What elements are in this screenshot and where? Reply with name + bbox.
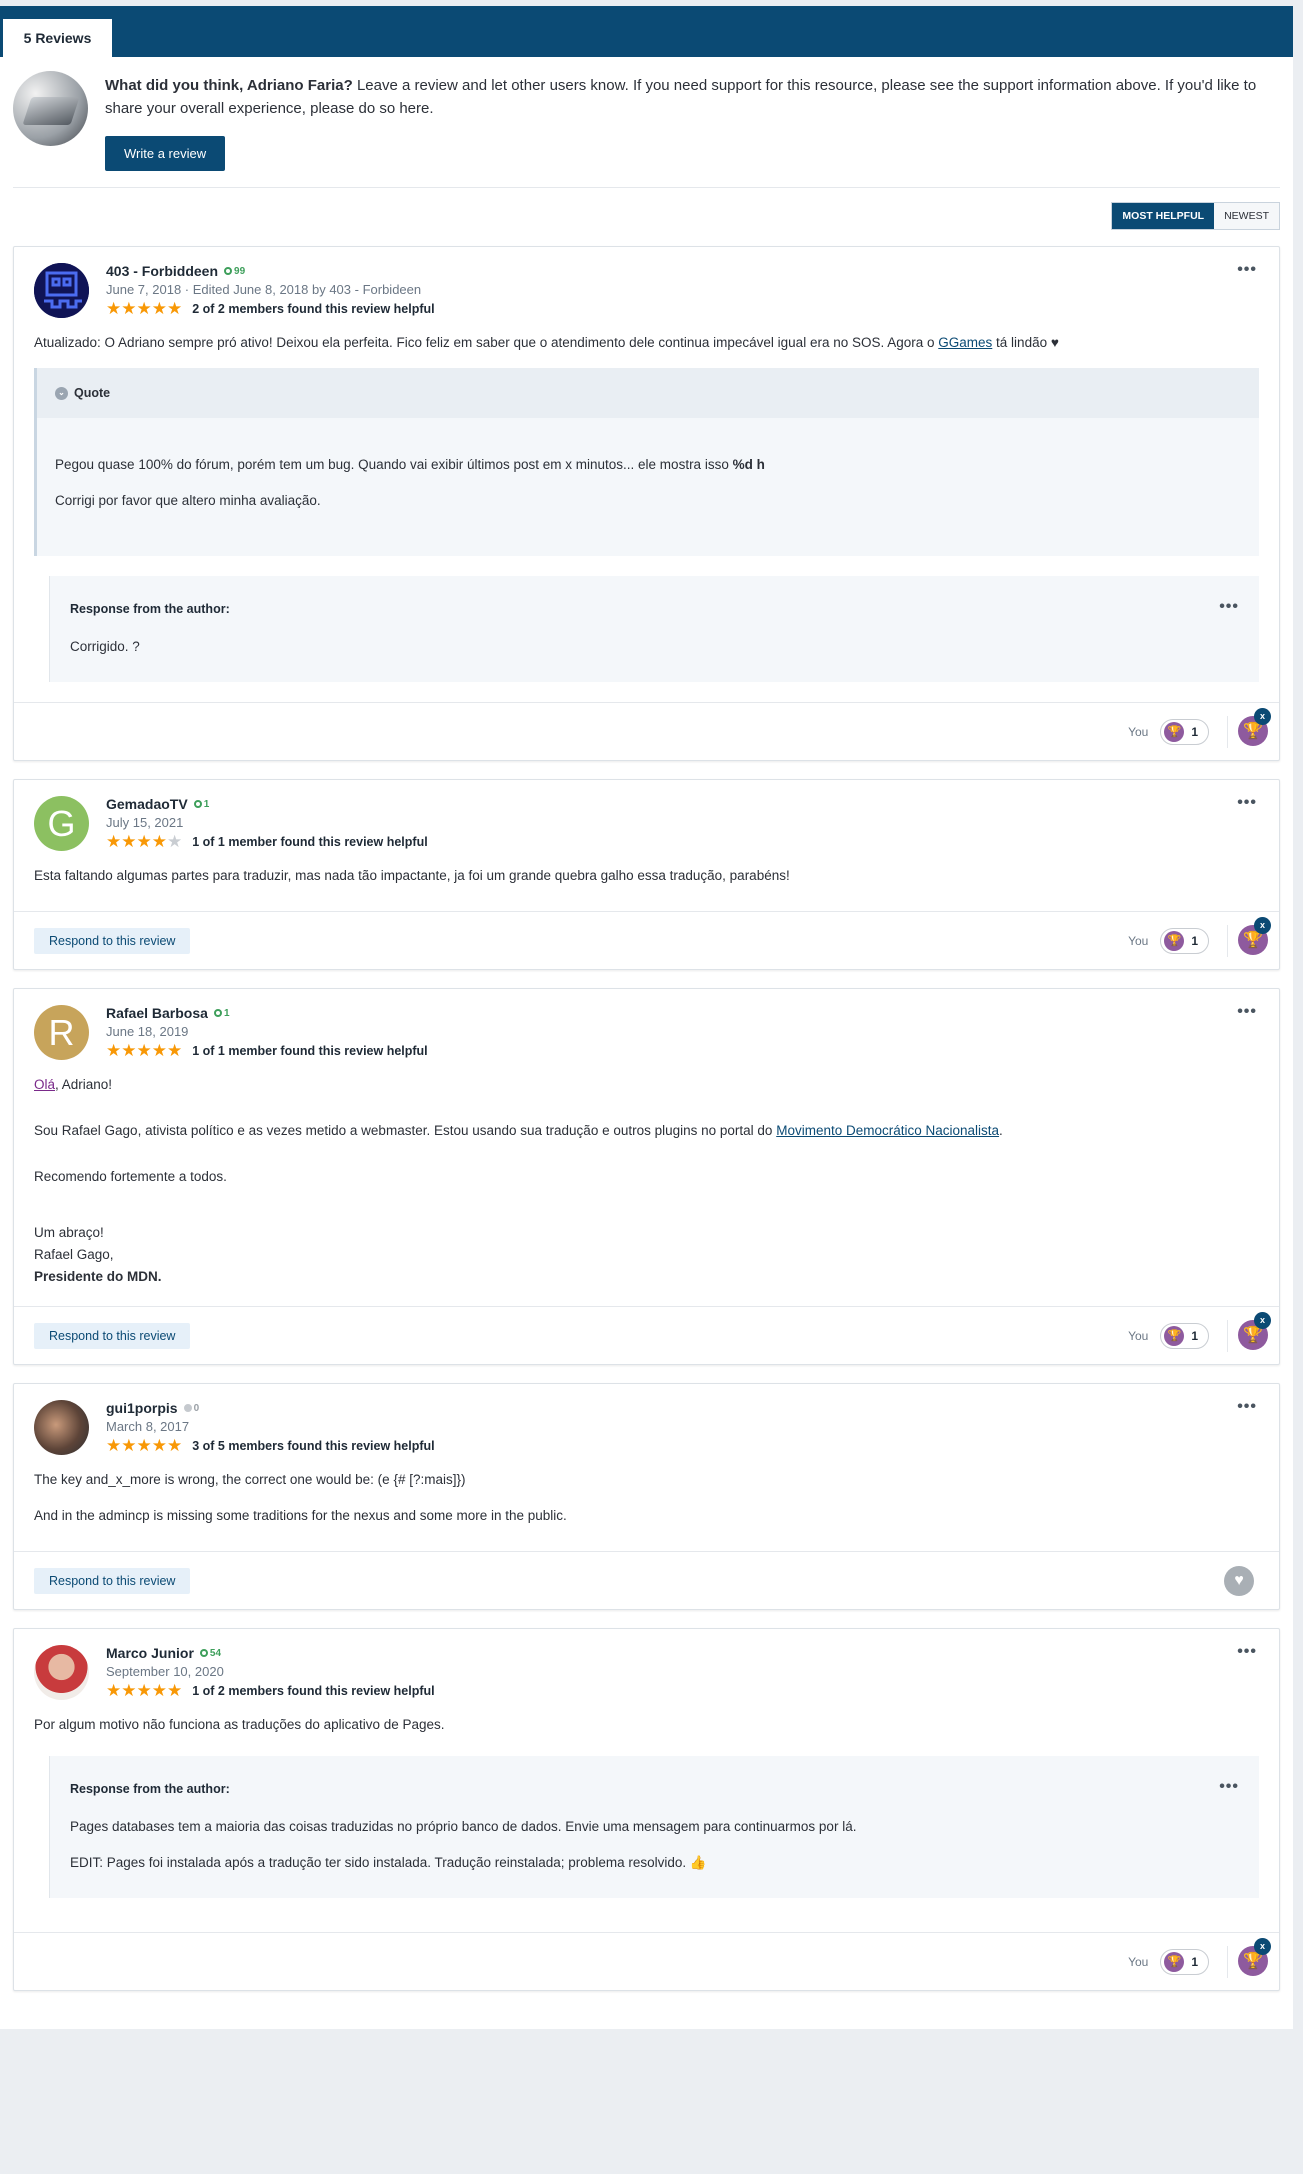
reviewer-avatar[interactable]: G bbox=[34, 796, 89, 851]
reviewer-avatar[interactable]: R bbox=[34, 1005, 89, 1060]
reaction-count[interactable]: 🏆 1 bbox=[1160, 1322, 1209, 1349]
more-options-icon[interactable]: ••• bbox=[1237, 261, 1257, 279]
star-rating: ★★★★★ bbox=[106, 1041, 183, 1060]
reputation-badge: 1 bbox=[213, 1008, 230, 1019]
reputation-badge: 99 bbox=[224, 266, 245, 277]
star-rating: ★★★★★ bbox=[106, 1681, 183, 1700]
review-item: Marco Junior 54 September 10, 2020 ★★★★★… bbox=[13, 1628, 1280, 1991]
mdn-link[interactable]: Movimento Democrático Nacionalista bbox=[776, 1123, 999, 1138]
sort-newest[interactable]: NEWEST bbox=[1214, 203, 1279, 229]
trophy-icon: 🏆 bbox=[1164, 1325, 1185, 1346]
review-date: June 18, 2019 bbox=[106, 1024, 189, 1039]
close-icon: x bbox=[1254, 1311, 1271, 1329]
star-rating: ★★★★★ bbox=[106, 1436, 183, 1455]
trophy-icon: 🏆 bbox=[1164, 1951, 1185, 1972]
react-button[interactable]: 🏆 x bbox=[1227, 916, 1271, 957]
close-icon: x bbox=[1254, 916, 1271, 934]
reaction-count[interactable]: 🏆 1 bbox=[1160, 1948, 1209, 1975]
more-options-icon[interactable]: ••• bbox=[1237, 1643, 1257, 1661]
reviewer-name[interactable]: GemadaoTV bbox=[106, 796, 188, 812]
reaction-count[interactable]: 🏆 1 bbox=[1160, 927, 1209, 954]
respond-button[interactable]: Respond to this review bbox=[34, 927, 191, 954]
reputation-badge: 1 bbox=[193, 799, 209, 810]
sort-bar: MOST HELPFUL NEWEST bbox=[13, 188, 1280, 246]
sort-most-helpful[interactable]: MOST HELPFUL bbox=[1112, 203, 1215, 229]
review-content: Por algum motivo não funciona as traduçõ… bbox=[34, 1714, 1259, 1898]
helpful-count: 2 of 2 members found this review helpful bbox=[192, 301, 435, 316]
more-options-icon[interactable]: ••• bbox=[1237, 1398, 1257, 1416]
helpful-count: 1 of 1 member found this review helpful bbox=[192, 834, 428, 849]
author-response: Response from the author: ••• Pages data… bbox=[49, 1756, 1259, 1898]
review-content: Esta faltando algumas partes para traduz… bbox=[34, 868, 790, 883]
review-content: Atualizado: O Adriano sempre pró ativo! … bbox=[34, 332, 1259, 682]
tab-bar: 5 Reviews bbox=[0, 6, 1293, 57]
reviewer-name[interactable]: Marco Junior bbox=[106, 1645, 194, 1661]
helpful-count: 1 of 1 member found this review helpful bbox=[192, 1043, 428, 1058]
reviews-page: 5 Reviews What did you think, Adriano Fa… bbox=[0, 0, 1293, 2029]
reputation-badge: 54 bbox=[199, 1648, 221, 1659]
review-date: September 10, 2020 bbox=[106, 1664, 224, 1679]
review-item: G GemadaoTV 1 July 15, 2021 ★★★★★ 1 of 1… bbox=[13, 779, 1280, 970]
review-item: 403 - Forbiddeen 99 June 7, 2018 · Edite… bbox=[13, 246, 1280, 761]
user-avatar bbox=[13, 71, 88, 146]
react-button[interactable]: 🏆 x bbox=[1227, 1311, 1271, 1352]
review-content: Olá, Adriano! Sou Rafael Gago, ativista … bbox=[34, 1077, 1003, 1284]
ola-link[interactable]: Olá bbox=[34, 1077, 55, 1092]
review-item: R Rafael Barbosa 1 June 18, 2019 ★★★★★ 1… bbox=[13, 988, 1280, 1365]
reaction-you: You bbox=[1128, 933, 1149, 948]
quote-block: ⌄ Quote Pegou quase 100% do fórum, porém … bbox=[34, 368, 1259, 556]
write-review-button[interactable]: Write a review bbox=[105, 136, 226, 171]
react-button[interactable]: 🏆 x bbox=[1227, 1937, 1271, 1978]
response-more-icon[interactable]: ••• bbox=[1219, 1776, 1239, 1798]
review-item: gui1porpis 0 March 8, 2017 ★★★★★ 3 of 5 … bbox=[13, 1383, 1280, 1610]
review-content: The key and_x_more is wrong, the correct… bbox=[34, 1472, 567, 1523]
react-button[interactable]: 🏆 x bbox=[1227, 707, 1271, 748]
reviewer-avatar[interactable] bbox=[34, 1645, 89, 1700]
heart-icon[interactable]: ♥ bbox=[1224, 1565, 1254, 1596]
reaction-you: You bbox=[1128, 1328, 1149, 1343]
reaction-you: You bbox=[1128, 1954, 1149, 1969]
reviewer-name[interactable]: 403 - Forbiddeen bbox=[106, 263, 218, 279]
review-date: July 15, 2021 bbox=[106, 815, 184, 830]
review-date: March 8, 2017 bbox=[106, 1419, 190, 1434]
helpful-count: 3 of 5 members found this review helpful bbox=[192, 1438, 435, 1453]
trophy-icon: 🏆 bbox=[1164, 721, 1185, 742]
ggames-link[interactable]: GGames bbox=[938, 335, 992, 350]
reviewer-avatar[interactable] bbox=[34, 263, 89, 318]
respond-button[interactable]: Respond to this review bbox=[34, 1322, 191, 1349]
reviews-panel: What did you think, Adriano Faria? Leave… bbox=[0, 57, 1293, 2029]
reaction-count[interactable]: 🏆 1 bbox=[1160, 718, 1209, 745]
close-icon: x bbox=[1254, 1937, 1271, 1955]
reputation-badge: 0 bbox=[183, 1403, 199, 1414]
response-more-icon[interactable]: ••• bbox=[1219, 596, 1239, 618]
reviewer-name[interactable]: gui1porpis bbox=[106, 1400, 178, 1416]
close-icon: x bbox=[1254, 707, 1271, 725]
chevron-down-icon[interactable]: ⌄ bbox=[55, 386, 68, 400]
trophy-icon: 🏆 bbox=[1164, 930, 1185, 951]
reviewer-name[interactable]: Rafael Barbosa bbox=[106, 1005, 208, 1021]
prompt-text: What did you think, Adriano Faria? Leave… bbox=[105, 77, 1257, 117]
respond-button[interactable]: Respond to this review bbox=[34, 1567, 191, 1594]
more-options-icon[interactable]: ••• bbox=[1237, 1003, 1257, 1021]
review-date: June 7, 2018 · Edited June 8, 2018 by 40… bbox=[106, 282, 422, 297]
star-rating: ★★★★★ bbox=[106, 299, 183, 318]
more-options-icon[interactable]: ••• bbox=[1237, 794, 1257, 812]
star-rating: ★★★★★ bbox=[106, 832, 183, 851]
reviewer-avatar[interactable] bbox=[34, 1400, 89, 1455]
author-response: Response from the author: ••• Corrigido.… bbox=[49, 576, 1259, 682]
reaction-you: You bbox=[1128, 724, 1149, 739]
review-prompt: What did you think, Adriano Faria? Leave… bbox=[13, 57, 1280, 188]
helpful-count: 1 of 2 members found this review helpful bbox=[192, 1683, 435, 1698]
tab-reviews[interactable]: 5 Reviews bbox=[3, 16, 112, 57]
